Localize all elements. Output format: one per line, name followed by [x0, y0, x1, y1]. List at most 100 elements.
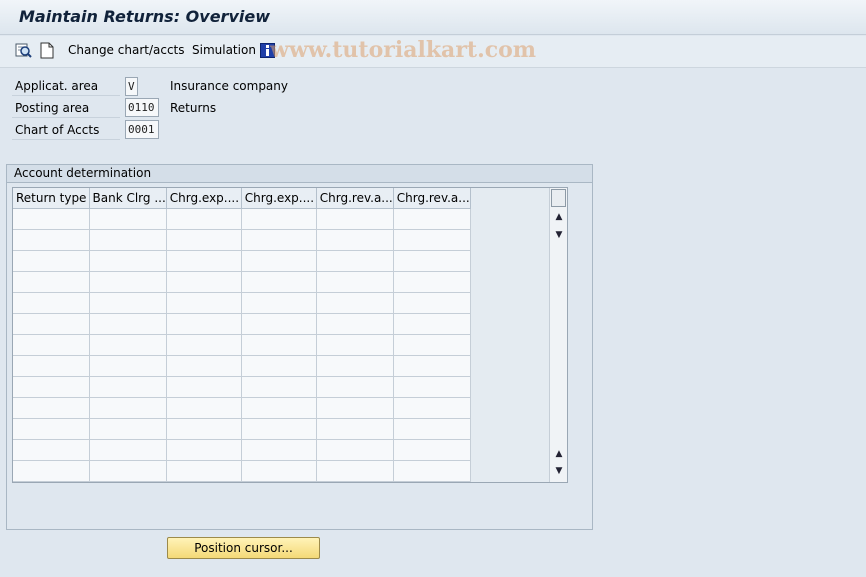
table-cell[interactable]	[241, 271, 317, 293]
table-cell[interactable]	[393, 397, 471, 419]
table-cell[interactable]	[13, 439, 90, 461]
table-cell[interactable]	[166, 271, 242, 293]
table-cell[interactable]	[393, 313, 471, 335]
posting-area-description: Returns	[170, 101, 217, 115]
table-cell[interactable]	[393, 271, 471, 293]
table-cell[interactable]	[316, 334, 394, 356]
table-cell[interactable]	[89, 460, 167, 482]
table-cell[interactable]	[89, 313, 167, 335]
table-cell[interactable]	[13, 397, 90, 419]
scroll-page-down-arrow-icon[interactable]: ▼	[552, 464, 566, 478]
table-cell[interactable]	[393, 439, 471, 461]
table-cell[interactable]	[13, 229, 90, 251]
table-cell[interactable]	[13, 271, 90, 293]
table-cell[interactable]	[316, 292, 394, 314]
table-cell[interactable]	[13, 334, 90, 356]
simulation-button[interactable]: Simulation	[192, 43, 256, 57]
column-header-chrg-exp-2[interactable]: Chrg.exp....	[241, 188, 317, 209]
column-header-chrg-rev-2[interactable]: Chrg.rev.a...	[393, 188, 471, 209]
table-cell[interactable]	[393, 250, 471, 272]
applicat-area-input[interactable]: V	[125, 77, 138, 96]
scroll-page-up-arrow-icon[interactable]: ▲	[552, 447, 566, 461]
table-cell[interactable]	[241, 355, 317, 377]
table-row	[13, 313, 471, 335]
table-cell[interactable]	[89, 292, 167, 314]
table-cell[interactable]	[316, 355, 394, 377]
table-cell[interactable]	[13, 313, 90, 335]
table-cell[interactable]	[241, 250, 317, 272]
table-cell[interactable]	[166, 355, 242, 377]
table-cell[interactable]	[316, 460, 394, 482]
scroll-up-arrow-icon[interactable]: ▲	[552, 210, 566, 224]
table-cell[interactable]	[393, 292, 471, 314]
position-cursor-button[interactable]: Position cursor...	[167, 537, 320, 559]
table-cell[interactable]	[89, 439, 167, 461]
table-vertical-scrollbar[interactable]: ▲ ▼ ▲ ▼	[549, 188, 567, 482]
table-cell[interactable]	[89, 271, 167, 293]
table-cell[interactable]	[166, 418, 242, 440]
scroll-down-arrow-icon[interactable]: ▼	[552, 228, 566, 242]
table-cell[interactable]	[241, 334, 317, 356]
table-cell[interactable]	[241, 418, 317, 440]
scrollbar-thumb[interactable]	[551, 189, 566, 207]
table-cell[interactable]	[166, 292, 242, 314]
column-header-chrg-rev-1[interactable]: Chrg.rev.a...	[316, 188, 394, 209]
table-cell[interactable]	[13, 460, 90, 482]
column-header-return-type[interactable]: Return type	[13, 188, 90, 209]
table-cell[interactable]	[89, 229, 167, 251]
table-cell[interactable]	[393, 355, 471, 377]
table-cell[interactable]	[89, 418, 167, 440]
table-cell[interactable]	[316, 313, 394, 335]
table-cell[interactable]	[89, 355, 167, 377]
table-cell[interactable]	[393, 229, 471, 251]
table-cell[interactable]	[166, 229, 242, 251]
table-cell[interactable]	[241, 208, 317, 230]
table-cell[interactable]	[89, 334, 167, 356]
table-cell[interactable]	[316, 397, 394, 419]
table-cell[interactable]	[166, 208, 242, 230]
table-cell[interactable]	[393, 376, 471, 398]
table-cell[interactable]	[393, 208, 471, 230]
table-cell[interactable]	[13, 208, 90, 230]
table-cell[interactable]	[166, 439, 242, 461]
table-cell[interactable]	[316, 418, 394, 440]
table-cell[interactable]	[13, 355, 90, 377]
table-cell[interactable]	[241, 439, 317, 461]
table-cell[interactable]	[393, 334, 471, 356]
table-cell[interactable]	[13, 376, 90, 398]
table-cell[interactable]	[393, 418, 471, 440]
table-cell[interactable]	[316, 376, 394, 398]
posting-area-input[interactable]: 0110	[125, 98, 159, 117]
display-magnifier-icon[interactable]	[14, 41, 32, 59]
change-chart-accts-button[interactable]: Change chart/accts	[68, 43, 185, 57]
table-cell[interactable]	[316, 250, 394, 272]
table-cell[interactable]	[166, 397, 242, 419]
column-header-chrg-exp-1[interactable]: Chrg.exp....	[166, 188, 242, 209]
table-cell[interactable]	[316, 439, 394, 461]
table-cell[interactable]	[166, 376, 242, 398]
table-cell[interactable]	[316, 208, 394, 230]
table-cell[interactable]	[13, 292, 90, 314]
table-cell[interactable]	[316, 229, 394, 251]
table-cell[interactable]	[166, 313, 242, 335]
table-cell[interactable]	[166, 250, 242, 272]
chart-of-accts-input[interactable]: 0001	[125, 120, 159, 139]
table-cell[interactable]	[241, 229, 317, 251]
table-cell[interactable]	[89, 250, 167, 272]
table-cell[interactable]	[13, 250, 90, 272]
table-cell[interactable]	[316, 271, 394, 293]
table-cell[interactable]	[393, 460, 471, 482]
table-cell[interactable]	[89, 376, 167, 398]
table-cell[interactable]	[241, 292, 317, 314]
table-cell[interactable]	[241, 313, 317, 335]
table-cell[interactable]	[241, 460, 317, 482]
table-cell[interactable]	[241, 376, 317, 398]
table-cell[interactable]	[89, 208, 167, 230]
column-header-bank-clrg[interactable]: Bank Clrg ...	[89, 188, 167, 209]
table-cell[interactable]	[241, 397, 317, 419]
table-cell[interactable]	[13, 418, 90, 440]
table-cell[interactable]	[166, 334, 242, 356]
table-cell[interactable]	[89, 397, 167, 419]
table-cell[interactable]	[166, 460, 242, 482]
new-document-icon[interactable]	[38, 41, 56, 59]
